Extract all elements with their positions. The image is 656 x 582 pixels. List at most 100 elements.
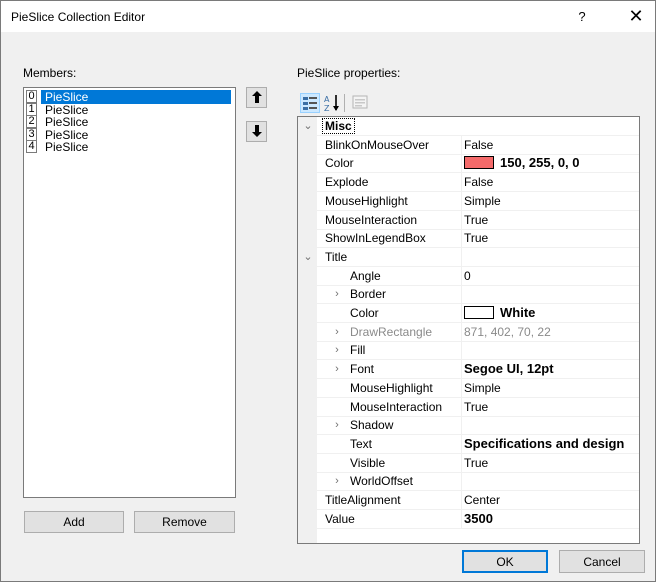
close-button[interactable]: ✕ — [625, 5, 647, 27]
property-value[interactable]: Segoe UI, 12pt — [461, 360, 639, 380]
property-row[interactable]: Color 150, 255, 0, 0 — [298, 154, 639, 174]
property-value-text: True — [464, 455, 489, 470]
properties-label: PieSlice properties: — [297, 66, 401, 80]
property-value[interactable]: True — [461, 210, 639, 230]
property-value-text: False — [464, 137, 494, 152]
property-value[interactable]: True — [461, 229, 639, 249]
color-swatch — [464, 156, 494, 170]
property-name: TitleAlignment — [325, 493, 401, 507]
expand-icon[interactable]: › — [331, 343, 343, 357]
property-value-text: True — [464, 231, 489, 246]
add-button[interactable]: Add — [24, 511, 124, 533]
property-value-text: 0 — [464, 268, 471, 283]
expand-icon[interactable]: › — [331, 474, 343, 488]
property-row[interactable]: MouseHighlight Simple — [298, 378, 639, 398]
property-row[interactable]: MouseInteraction True — [298, 210, 639, 230]
property-row[interactable]: Explode False — [298, 173, 639, 193]
property-row[interactable]: MouseInteraction True — [298, 397, 639, 417]
property-row[interactable]: › WorldOffset — [298, 472, 639, 492]
property-value[interactable] — [461, 472, 639, 492]
dialog-title: PieSlice Collection Editor — [11, 10, 146, 24]
property-row[interactable]: › Border — [298, 285, 639, 305]
property-value[interactable]: Specifications and design — [461, 434, 639, 454]
expand-icon[interactable]: › — [331, 287, 343, 301]
toolbar-separator — [344, 94, 345, 112]
arrow-up-icon — [251, 91, 262, 103]
property-value[interactable]: White — [461, 304, 639, 323]
property-value[interactable]: 3500 — [461, 509, 639, 529]
expand-icon[interactable]: › — [331, 362, 343, 376]
property-value[interactable] — [461, 341, 639, 361]
dialog-window: PieSlice Collection Editor ? ✕ Members: … — [0, 0, 656, 582]
list-item-index: 3 — [26, 127, 37, 141]
property-row[interactable]: TitleAlignment Center — [298, 491, 639, 510]
property-value[interactable]: 871, 402, 70, 22 — [461, 322, 639, 342]
property-value[interactable]: Simple — [461, 191, 639, 211]
category-label: Misc — [322, 118, 355, 134]
property-name: ShowInLegendBox — [325, 231, 426, 246]
property-value[interactable]: Simple — [461, 378, 639, 398]
property-row[interactable]: Angle 0 — [298, 266, 639, 286]
property-row[interactable]: › Font Segoe UI, 12pt — [298, 360, 639, 380]
members-list[interactable]: 0 PieSlice 1 PieSlice 2 PieSlice 3 PieSlice 4 Pie… — [23, 87, 236, 498]
collapse-icon[interactable]: ⌄ — [302, 250, 314, 264]
property-value[interactable] — [461, 285, 639, 305]
property-row[interactable]: BlinkOnMouseOver False — [298, 135, 639, 155]
property-value[interactable]: False — [461, 173, 639, 193]
property-row[interactable]: › Shadow — [298, 416, 639, 436]
property-value[interactable]: 150, 255, 0, 0 — [461, 154, 639, 174]
help-button[interactable]: ? — [572, 7, 592, 27]
property-value-text: White — [500, 305, 536, 320]
property-value[interactable]: False — [461, 135, 639, 155]
move-down-button[interactable] — [246, 121, 267, 142]
property-value-text: Segoe UI, 12pt — [464, 361, 554, 377]
property-value-text: True — [464, 212, 489, 227]
remove-button[interactable]: Remove — [134, 511, 235, 533]
property-row[interactable]: › DrawRectangle 871, 402, 70, 22 — [298, 322, 639, 342]
property-name: Explode — [325, 175, 369, 190]
property-value-text: False — [464, 175, 494, 190]
color-swatch — [464, 306, 494, 320]
ok-button[interactable]: OK — [462, 550, 548, 573]
property-value-text: Center — [464, 493, 501, 507]
property-value-text: 150, 255, 0, 0 — [500, 155, 580, 171]
list-item-label: PieSlice — [45, 140, 89, 154]
expand-icon[interactable]: › — [331, 325, 343, 339]
svg-text:Z: Z — [324, 104, 330, 113]
arrow-down-icon — [251, 125, 262, 137]
list-item-index: 2 — [26, 115, 37, 128]
property-row[interactable]: Text Specifications and design — [298, 434, 639, 454]
list-item[interactable]: 4 PieSlice — [26, 140, 233, 154]
property-row[interactable]: ⌄ Title — [298, 247, 639, 267]
row-divider — [317, 527, 639, 529]
alphabetical-view-icon[interactable]: A Z — [323, 93, 343, 113]
property-row[interactable]: Visible True — [298, 453, 639, 473]
property-row[interactable]: ShowInLegendBox True — [298, 229, 639, 249]
categorized-view-icon[interactable] — [300, 93, 320, 113]
property-value[interactable]: Center — [461, 491, 639, 510]
property-value-text: 871, 402, 70, 22 — [464, 324, 551, 339]
property-value-text: True — [464, 399, 489, 414]
property-row[interactable]: › Fill — [298, 341, 639, 361]
title-bar: PieSlice Collection Editor ? ✕ — [1, 1, 655, 32]
property-value[interactable]: 0 — [461, 266, 639, 286]
property-row[interactable]: MouseHighlight Simple — [298, 191, 639, 211]
property-name: Color — [325, 156, 354, 171]
property-value-text: 3500 — [464, 510, 493, 526]
property-value[interactable] — [461, 247, 639, 267]
expand-icon[interactable]: › — [331, 418, 343, 432]
property-row[interactable]: ⌄ Misc — [298, 117, 639, 136]
property-row[interactable]: Value 3500 — [298, 509, 639, 529]
property-value[interactable] — [461, 416, 639, 436]
cancel-button[interactable]: Cancel — [559, 550, 645, 573]
property-grid[interactable]: ⌄ Misc BlinkOnMouseOver False Color 150, 255,… — [297, 116, 640, 544]
members-label: Members: — [23, 66, 77, 80]
property-pages-icon[interactable] — [351, 93, 371, 113]
move-up-button[interactable] — [246, 87, 267, 108]
property-value[interactable]: True — [461, 397, 639, 417]
collapse-icon[interactable]: ⌄ — [302, 119, 314, 133]
property-value[interactable]: True — [461, 453, 639, 473]
property-row[interactable]: Color White — [298, 304, 639, 323]
property-name: BlinkOnMouseOver — [325, 137, 430, 152]
property-name: Title — [325, 249, 348, 264]
